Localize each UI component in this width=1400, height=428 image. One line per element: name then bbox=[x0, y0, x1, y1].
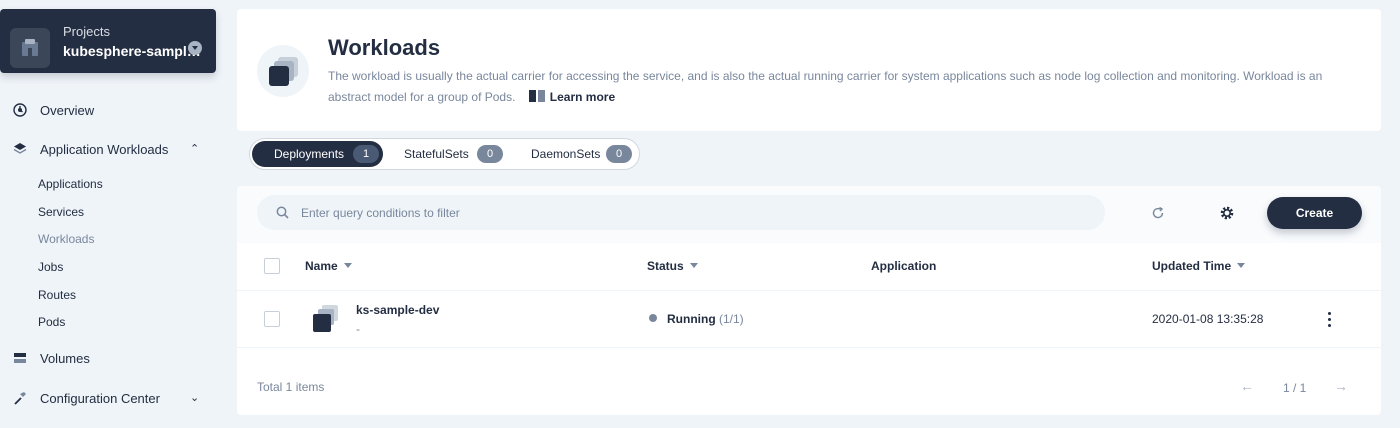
tab-count-badge: 1 bbox=[353, 145, 379, 163]
search-box bbox=[257, 195, 1105, 230]
tab-statefulsets[interactable]: StatefulSets 0 bbox=[390, 141, 512, 167]
sort-icon bbox=[689, 263, 698, 268]
select-all-checkbox[interactable] bbox=[264, 258, 280, 274]
project-selector[interactable]: Projects kubesphere-sample... bbox=[0, 9, 216, 73]
tab-label: DaemonSets bbox=[531, 147, 601, 161]
column-label: Status bbox=[647, 259, 684, 273]
chevron-down-icon: ⌄ bbox=[190, 392, 200, 404]
total-count: Total 1 items bbox=[257, 380, 325, 394]
deployment-icon bbox=[313, 305, 338, 332]
tab-label: Deployments bbox=[274, 147, 345, 161]
storage-icon bbox=[14, 353, 26, 363]
status-dot-icon bbox=[649, 314, 657, 322]
book-icon bbox=[528, 90, 545, 102]
updated-time: 2020-01-08 13:35:28 bbox=[1152, 312, 1264, 326]
status-count: (1/1) bbox=[719, 312, 744, 326]
sort-icon bbox=[343, 263, 352, 268]
sidebar-subitem-applications[interactable]: Applications bbox=[38, 177, 103, 191]
table-header: Name Status Application Updated Time bbox=[237, 243, 1381, 291]
column-label: Name bbox=[305, 259, 338, 273]
sidebar-item-label: Configuration Center bbox=[40, 391, 160, 406]
learn-more-label: Learn more bbox=[549, 90, 616, 104]
tab-deployments[interactable]: Deployments 1 bbox=[252, 141, 383, 167]
column-header-application: Application bbox=[871, 259, 937, 273]
workload-icon bbox=[257, 45, 309, 97]
page-title: Workloads bbox=[328, 35, 441, 60]
page-description: The workload is usually the actual carri… bbox=[328, 66, 1358, 108]
sidebar-item-overview[interactable]: Overview bbox=[0, 100, 216, 122]
sidebar-item-label: Overview bbox=[40, 103, 95, 118]
more-actions-icon[interactable] bbox=[1321, 309, 1337, 329]
list-toolbar: Create bbox=[237, 186, 1381, 243]
list-footer: Total 1 items ← 1 / 1 → bbox=[237, 349, 1381, 415]
sidebar-subitem-workloads[interactable]: Workloads bbox=[38, 232, 94, 246]
sidebar-item-label: Application Workloads bbox=[40, 142, 169, 157]
workload-list: Create Name Status Application Updated T… bbox=[237, 186, 1381, 415]
sidebar-subitem-services[interactable]: Services bbox=[38, 205, 84, 219]
sidebar-item-application-workloads[interactable]: Application Workloads ⌃ bbox=[0, 139, 216, 161]
next-page-icon[interactable]: → bbox=[1334, 378, 1348, 394]
column-header-name[interactable]: Name bbox=[305, 259, 352, 273]
hammer-icon bbox=[14, 392, 26, 405]
sidebar-item-label: Volumes bbox=[40, 351, 90, 366]
column-header-status[interactable]: Status bbox=[647, 259, 698, 273]
create-button[interactable]: Create bbox=[1267, 197, 1362, 229]
workload-description: - bbox=[356, 322, 360, 336]
table-row[interactable]: ks-sample-dev - Running (1/1) 2020-01-08… bbox=[237, 291, 1381, 348]
page-header: Workloads The workload is usually the ac… bbox=[237, 9, 1381, 131]
sidebar-item-configuration-center[interactable]: Configuration Center ⌄ bbox=[0, 388, 216, 410]
column-label: Updated Time bbox=[1152, 259, 1232, 273]
tab-count-badge: 0 bbox=[606, 145, 632, 163]
project-caption: Projects bbox=[63, 24, 110, 39]
gear-icon[interactable] bbox=[1219, 205, 1235, 221]
status-label: Running bbox=[667, 312, 716, 326]
description-text: The workload is usually the actual carri… bbox=[328, 69, 1323, 104]
prev-page-icon[interactable]: ← bbox=[1240, 378, 1254, 394]
sidebar-subitem-jobs[interactable]: Jobs bbox=[38, 260, 63, 274]
project-icon bbox=[10, 28, 50, 68]
chevron-up-icon: ⌃ bbox=[190, 143, 200, 155]
project-name: kubesphere-sample... bbox=[63, 43, 201, 59]
sidebar-subitem-routes[interactable]: Routes bbox=[38, 288, 76, 302]
tab-label: StatefulSets bbox=[404, 147, 469, 161]
dashboard-icon bbox=[13, 103, 27, 117]
sort-icon bbox=[1237, 263, 1246, 268]
row-checkbox[interactable] bbox=[264, 311, 280, 327]
sidebar-item-volumes[interactable]: Volumes bbox=[0, 348, 216, 370]
search-icon bbox=[276, 206, 289, 219]
learn-more-link[interactable]: Learn more bbox=[528, 90, 616, 104]
tab-daemonsets[interactable]: DaemonSets 0 bbox=[518, 141, 636, 167]
workload-name-link[interactable]: ks-sample-dev bbox=[356, 303, 439, 317]
tab-count-badge: 0 bbox=[477, 145, 503, 163]
sidebar-subitem-pods[interactable]: Pods bbox=[38, 315, 65, 329]
column-header-updated-time[interactable]: Updated Time bbox=[1152, 259, 1246, 273]
chevron-down-icon[interactable] bbox=[188, 41, 202, 55]
layers-icon bbox=[13, 143, 27, 154]
page-indicator: 1 / 1 bbox=[1283, 381, 1307, 395]
status-text: Running (1/1) bbox=[667, 312, 744, 326]
refresh-icon[interactable] bbox=[1150, 205, 1166, 221]
search-input[interactable] bbox=[301, 203, 1081, 223]
workload-type-tabs: Deployments 1 StatefulSets 0 DaemonSets … bbox=[249, 138, 640, 170]
